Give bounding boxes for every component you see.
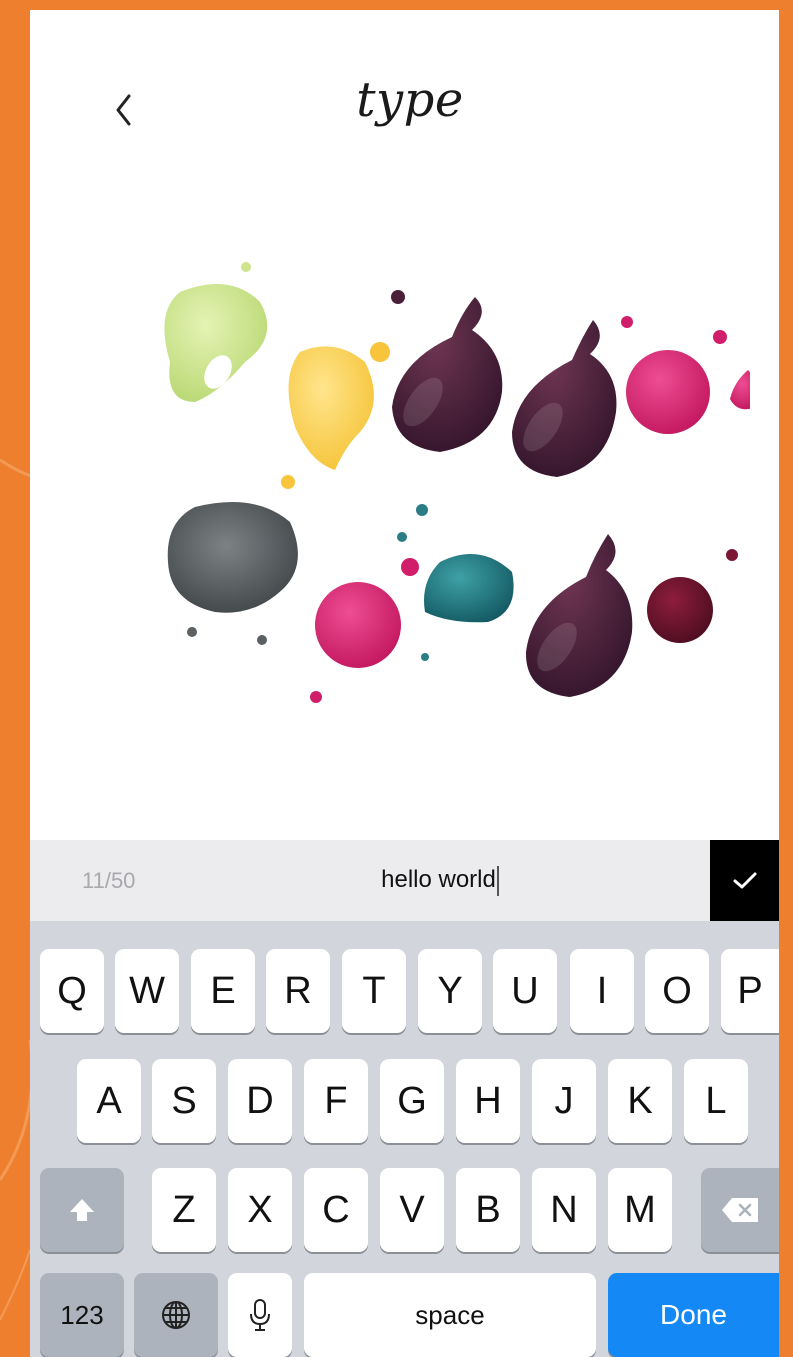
text-cursor bbox=[496, 865, 499, 896]
character-counter: 11/50 bbox=[82, 868, 136, 893]
key-i[interactable]: I bbox=[570, 949, 634, 1033]
space-key[interactable]: space bbox=[304, 1273, 596, 1357]
microphone-key[interactable] bbox=[228, 1273, 292, 1357]
key-u[interactable]: U bbox=[493, 949, 557, 1033]
key-s[interactable]: S bbox=[152, 1059, 216, 1143]
key-d[interactable]: D bbox=[228, 1059, 292, 1143]
text-input-bar: 11/50 hello world bbox=[30, 840, 779, 921]
key-t[interactable]: T bbox=[342, 949, 406, 1033]
top-nav: type bbox=[30, 10, 779, 200]
key-a[interactable]: A bbox=[77, 1059, 141, 1143]
shift-arrow-icon bbox=[70, 1199, 94, 1221]
key-h[interactable]: H bbox=[456, 1059, 520, 1143]
shift-key[interactable] bbox=[40, 1168, 124, 1252]
page-title: type bbox=[356, 72, 464, 128]
delete-key[interactable] bbox=[701, 1168, 779, 1252]
key-k[interactable]: K bbox=[608, 1059, 672, 1143]
key-l[interactable]: L bbox=[684, 1059, 748, 1143]
key-f[interactable]: F bbox=[304, 1059, 368, 1143]
key-z[interactable]: Z bbox=[152, 1168, 216, 1252]
key-b[interactable]: B bbox=[456, 1168, 520, 1252]
key-r[interactable]: R bbox=[266, 949, 330, 1033]
numbers-key[interactable]: 123 bbox=[40, 1273, 124, 1357]
key-q[interactable]: Q bbox=[40, 949, 104, 1033]
key-n[interactable]: N bbox=[532, 1168, 596, 1252]
backspace-icon bbox=[722, 1198, 758, 1222]
key-m[interactable]: M bbox=[608, 1168, 672, 1252]
nail-polish-drops-illustration bbox=[164, 262, 750, 703]
text-input-field[interactable]: hello world bbox=[230, 850, 650, 910]
globe-key[interactable] bbox=[134, 1273, 218, 1357]
on-screen-keyboard: Q W E R T Y U I O P A S D F G H J K L Z … bbox=[30, 921, 779, 1357]
done-key[interactable]: Done bbox=[608, 1273, 779, 1357]
key-y[interactable]: Y bbox=[418, 949, 482, 1033]
key-g[interactable]: G bbox=[380, 1059, 444, 1143]
text-input-value: hello world bbox=[381, 866, 496, 893]
microphone-icon bbox=[250, 1299, 270, 1331]
key-w[interactable]: W bbox=[115, 949, 179, 1033]
key-o[interactable]: O bbox=[645, 949, 709, 1033]
key-x[interactable]: X bbox=[228, 1168, 292, 1252]
app-screen: type 11/50 hello world Q W E R T Y U I O… bbox=[30, 10, 779, 1357]
key-v[interactable]: V bbox=[380, 1168, 444, 1252]
key-c[interactable]: C bbox=[304, 1168, 368, 1252]
checkmark-icon bbox=[733, 872, 756, 888]
key-e[interactable]: E bbox=[191, 949, 255, 1033]
key-p[interactable]: P bbox=[721, 949, 779, 1033]
confirm-button[interactable] bbox=[710, 840, 779, 921]
globe-icon bbox=[162, 1301, 190, 1329]
key-j[interactable]: J bbox=[532, 1059, 596, 1143]
